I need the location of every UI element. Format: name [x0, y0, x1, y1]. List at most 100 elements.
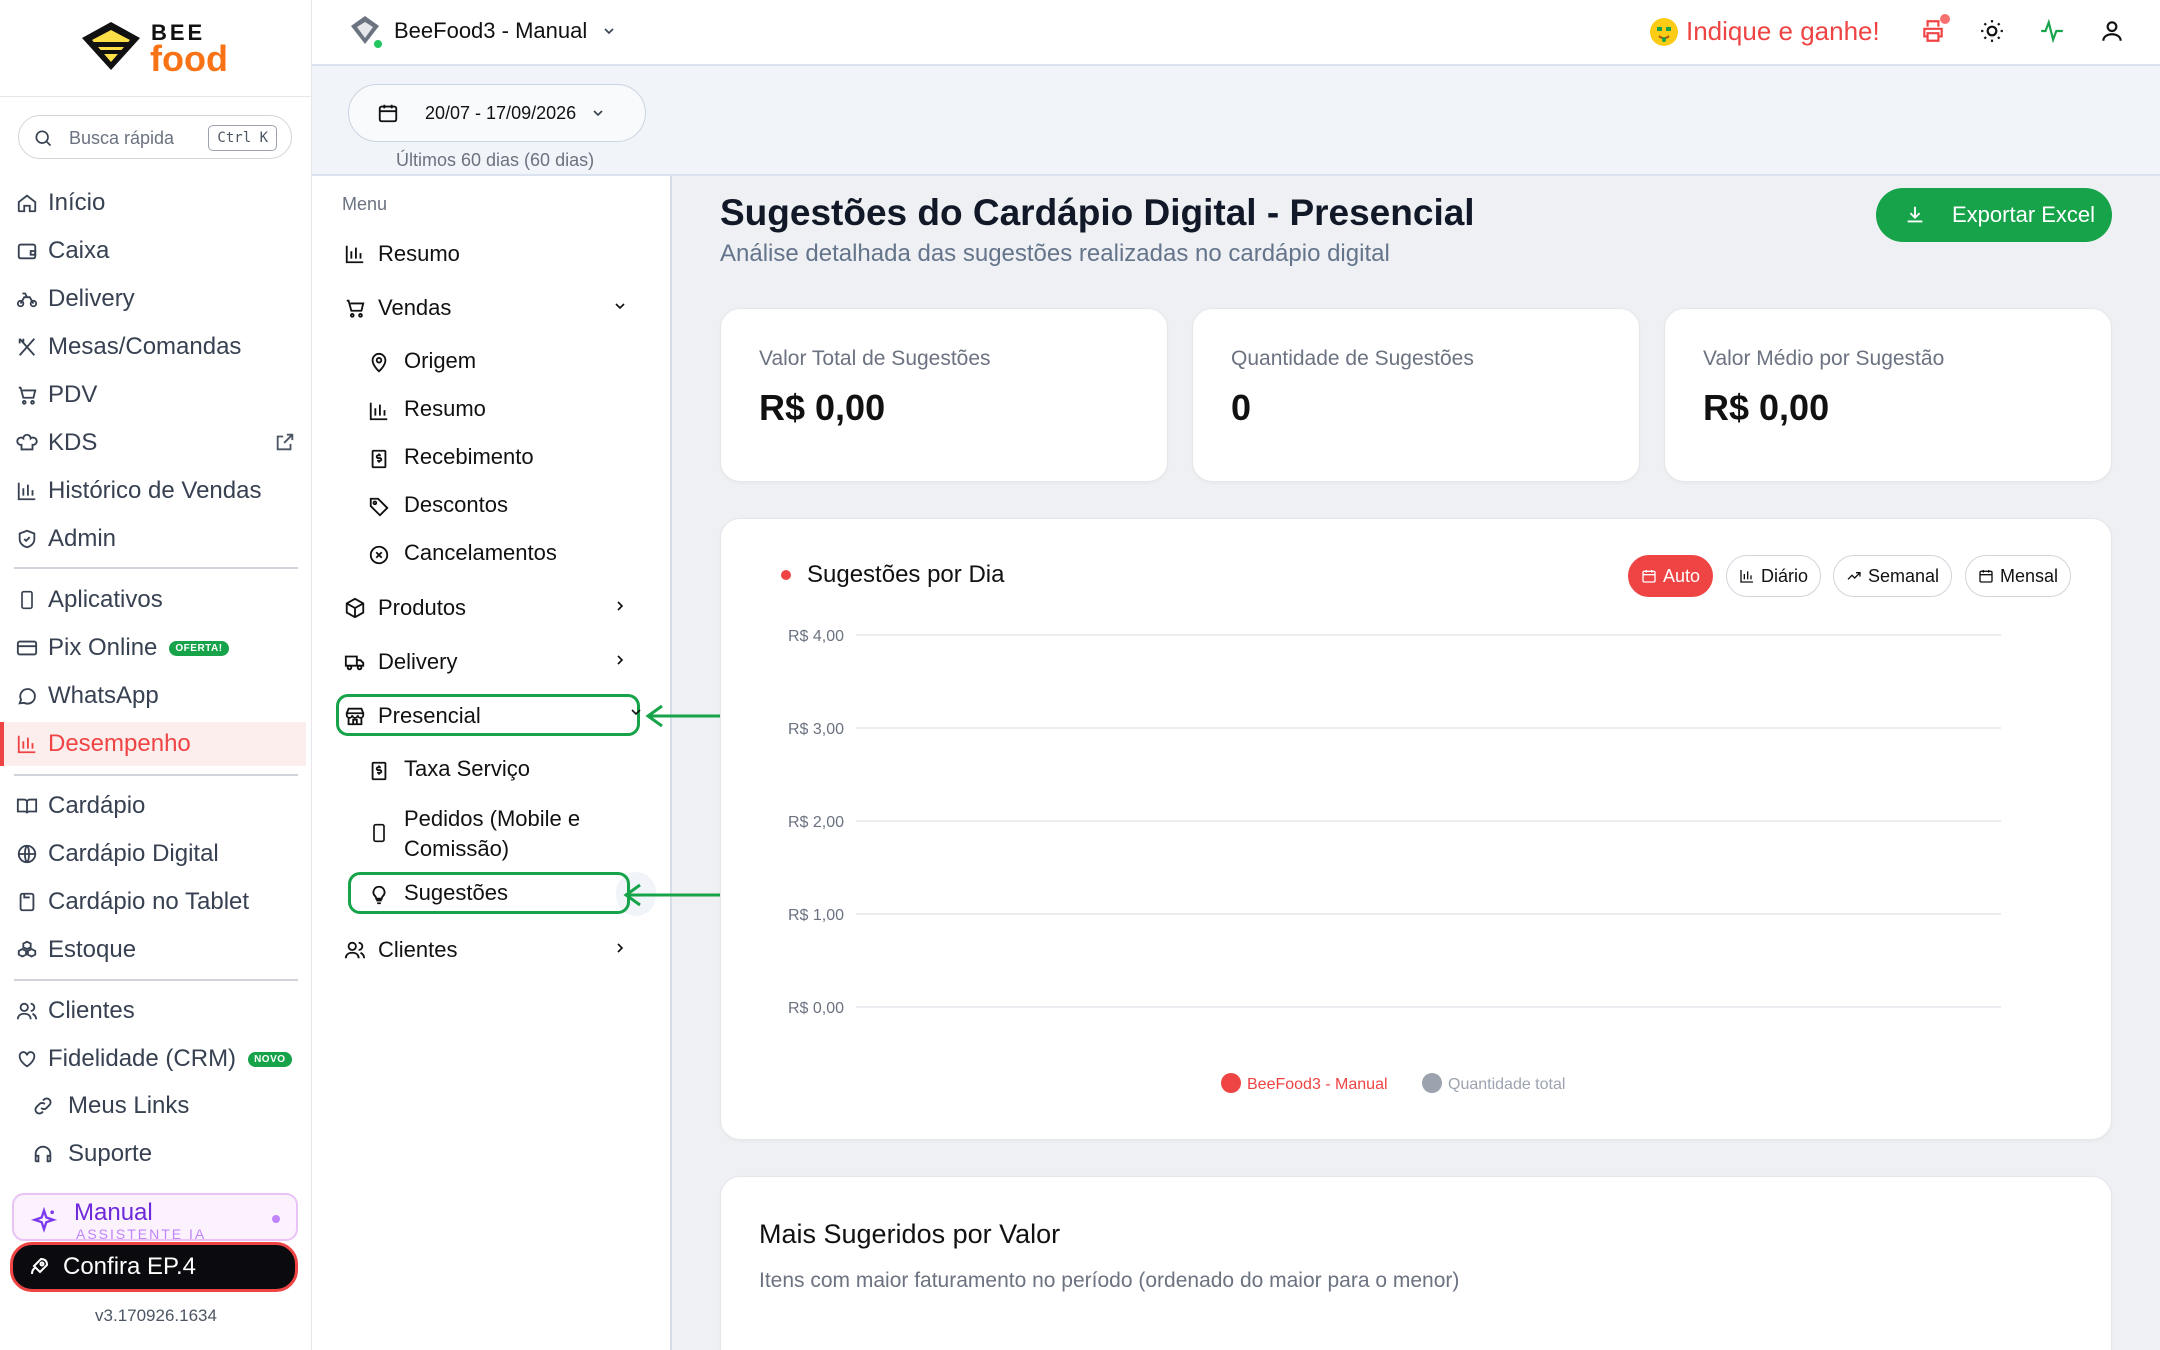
bar-chart-icon: [366, 398, 392, 424]
sparkles-icon: [30, 1207, 58, 1235]
sidebar-item-cardapio[interactable]: Cardápio: [0, 784, 306, 828]
sidebar-item-label: Caixa: [48, 237, 110, 264]
y-tick-label: R$ 3,00: [788, 721, 844, 738]
sidebar-item-label: Estoque: [48, 936, 137, 963]
sidebar-item-estoque[interactable]: Estoque: [0, 928, 306, 972]
x-circle-icon: [366, 542, 392, 568]
tablet-icon: [14, 889, 40, 915]
sidebar-item-aplicativos[interactable]: Aplicativos: [0, 578, 306, 622]
ai-assistant-button[interactable]: Manual ASSISTENTE IA: [12, 1193, 298, 1242]
map-pin-icon: [366, 350, 392, 376]
sidebar-item-label: Desempenho: [48, 730, 191, 757]
submenu-item-cancelamentos[interactable]: Cancelamentos: [366, 540, 656, 568]
search-shortcut: Ctrl K: [208, 125, 277, 151]
chat-icon: [14, 683, 40, 709]
submenu-item-taxa-servico[interactable]: Taxa Serviço: [366, 756, 656, 784]
submenu-item-resumo[interactable]: Resumo: [342, 234, 652, 274]
wallet-icon: [14, 238, 40, 264]
sidebar-item-delivery[interactable]: Delivery: [0, 277, 306, 321]
stat-card-quantity: Quantidade de Sugestões 0: [1192, 308, 1640, 482]
legend-item[interactable]: Quantidade total: [1422, 1073, 1565, 1093]
sidebar-item-desempenho[interactable]: Desempenho: [0, 722, 306, 766]
submenu-item-label: Resumo: [378, 241, 460, 266]
sidebar-item-mesas[interactable]: Mesas/Comandas: [0, 325, 306, 369]
submenu-item-delivery[interactable]: Delivery: [342, 642, 652, 682]
sidebar-item-caixa[interactable]: Caixa: [0, 229, 306, 273]
sidebar-item-label: Pix Online: [48, 634, 158, 661]
sidebar-item-clientes[interactable]: Clientes: [0, 989, 306, 1033]
submenu-item-label: Delivery: [378, 649, 458, 674]
users-icon: [342, 937, 368, 963]
sidebar-item-kds[interactable]: KDS: [0, 421, 306, 465]
y-tick-label: R$ 0,00: [788, 1000, 844, 1017]
bike-icon: [14, 286, 40, 312]
receipt-icon: [366, 446, 392, 472]
submenu-item-descontos[interactable]: Descontos: [366, 492, 656, 520]
submenu-item-vendas[interactable]: Vendas: [342, 288, 652, 328]
sidebar-item-historico[interactable]: Histórico de Vendas: [0, 469, 306, 513]
heart-icon: [14, 1046, 40, 1072]
search-icon: [33, 128, 53, 148]
date-range-picker[interactable]: 20/07 - 17/09/2026: [348, 84, 646, 142]
store-avatar: [348, 14, 384, 50]
sidebar-item-label: Cardápio Digital: [48, 840, 219, 867]
referral-label: Indique e ganhe!: [1686, 16, 1880, 46]
sidebar-separator: [14, 567, 298, 569]
beefood-logo[interactable]: BEE food: [78, 18, 248, 80]
submenu-item-origem[interactable]: Origem: [366, 348, 656, 376]
legend-item[interactable]: BeeFood3 - Manual: [1221, 1073, 1388, 1093]
sidebar-item-label: Cardápio no Tablet: [48, 888, 250, 915]
bar-chart-icon: [342, 241, 368, 267]
submenu-item-label: Vendas: [378, 295, 452, 320]
submenu-item-vendas-resumo[interactable]: Resumo: [366, 396, 656, 424]
sidebar-item-meus-links[interactable]: Meus Links: [0, 1084, 306, 1128]
ai-assistant-subtitle: ASSISTENTE IA: [76, 1226, 207, 1242]
sidebar-item-cardapio-digital[interactable]: Cardápio Digital: [0, 832, 306, 876]
promo-label: Confira EP.4: [63, 1253, 196, 1280]
sun-icon[interactable]: [1979, 18, 2005, 44]
printer-icon[interactable]: [1920, 14, 1950, 44]
activity-icon[interactable]: [2039, 18, 2065, 44]
referral-link[interactable]: Indique e ganhe!: [1650, 16, 1880, 47]
submenu-item-recebimento[interactable]: Recebimento: [366, 444, 656, 472]
promo-episode-button[interactable]: Confira EP.4: [10, 1242, 298, 1292]
book-icon: [14, 793, 40, 819]
quick-search[interactable]: Busca rápida Ctrl K: [18, 115, 292, 159]
top-suggested-card: Mais Sugeridos por Valor Itens com maior…: [720, 1176, 2112, 1350]
sidebar-item-admin[interactable]: Admin: [0, 517, 306, 561]
submenu-item-sugestoes[interactable]: Sugestões: [366, 880, 656, 908]
sidebar-item-suporte[interactable]: Suporte: [0, 1132, 306, 1176]
external-link-icon[interactable]: [274, 431, 296, 453]
sidebar-item-fidelidade[interactable]: Fidelidade (CRM) NOVO: [0, 1037, 306, 1081]
legend-label: Quantidade total: [1448, 1076, 1565, 1093]
store-name: BeeFood3 - Manual: [394, 18, 588, 43]
user-icon[interactable]: [2099, 18, 2125, 44]
chevron-right-icon: [612, 940, 628, 956]
sidebar-item-label: WhatsApp: [48, 682, 159, 709]
phone-icon: [366, 820, 392, 846]
submenu-item-label: Sugestões: [404, 880, 508, 905]
phone-icon: [14, 587, 40, 613]
export-excel-button[interactable]: Exportar Excel: [1876, 188, 2112, 242]
sidebar-item-cardapio-tablet[interactable]: Cardápio no Tablet: [0, 880, 306, 924]
submenu-item-pedidos-mobile[interactable]: Pedidos (Mobile e Comissão): [366, 804, 656, 864]
submenu-item-label: Pedidos (Mobile e Comissão): [404, 806, 581, 861]
bar-chart-icon: [14, 731, 40, 757]
sidebar-item-inicio[interactable]: Início: [0, 181, 306, 225]
submenu-item-produtos[interactable]: Produtos: [342, 588, 652, 628]
app-version: v3.170926.1634: [95, 1306, 217, 1325]
submenu-item-presencial[interactable]: Presencial: [342, 696, 652, 736]
submenu-item-label: Produtos: [378, 595, 467, 620]
page-title: Sugestões do Cardápio Digital - Presenci…: [720, 192, 1475, 233]
sidebar-item-whatsapp[interactable]: WhatsApp: [0, 674, 306, 718]
chevron-down-icon: [590, 105, 606, 121]
sidebar-item-pdv[interactable]: PDV: [0, 373, 306, 417]
sidebar-item-pix[interactable]: Pix Online OFERTA!: [0, 626, 306, 670]
store-selector[interactable]: BeeFood3 - Manual: [348, 14, 617, 50]
stat-card-total-value: Valor Total de Sugestões R$ 0,00: [720, 308, 1168, 482]
home-icon: [14, 190, 40, 216]
sidebar-separator: [14, 774, 298, 776]
calendar-icon: [377, 102, 399, 124]
submenu-item-clientes[interactable]: Clientes: [342, 930, 652, 970]
package-icon: [342, 595, 368, 621]
